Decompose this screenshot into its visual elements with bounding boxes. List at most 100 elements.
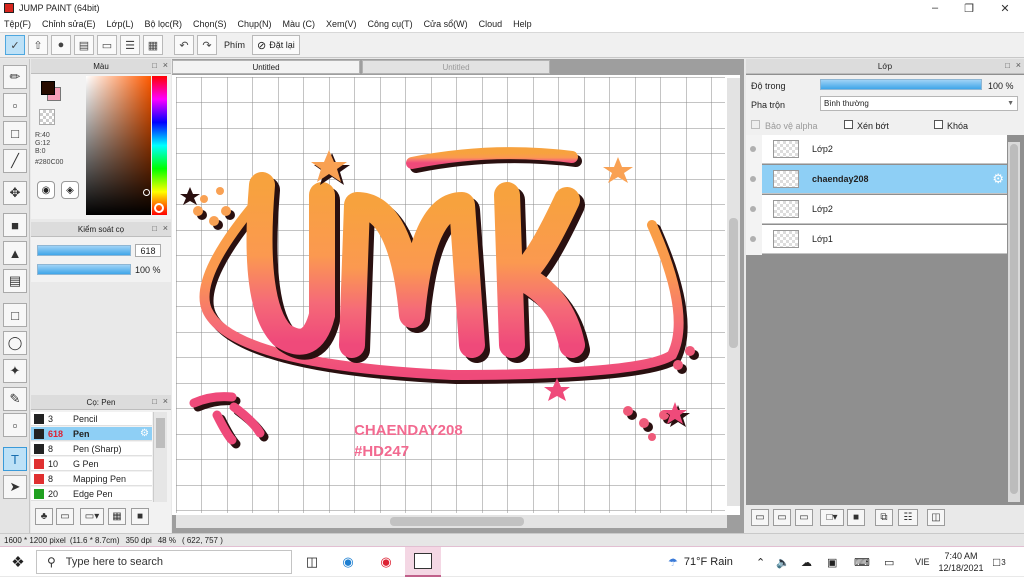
add-brush-icon[interactable]: ♣ <box>35 508 53 525</box>
document-icon[interactable]: ▭ <box>97 35 117 55</box>
duplicate-layer-icon[interactable]: ⧉ <box>875 509 893 526</box>
layer-row[interactable]: Lớp2 <box>750 195 1007 224</box>
protect-alpha-checkbox[interactable] <box>751 120 760 129</box>
minimize-button[interactable]: – <box>918 0 952 16</box>
weather-widget[interactable]: ☂ 71°F Rain <box>668 547 733 577</box>
menu-view[interactable]: Xem(V) <box>326 19 357 29</box>
pen-item-mapping-pen[interactable]: 8 Mapping Pen <box>31 472 152 486</box>
popout-icon[interactable]: □ <box>1005 61 1010 70</box>
blend-mode-select[interactable]: Bình thường ▼ <box>820 96 1018 111</box>
grid-icon[interactable]: ▦ <box>143 35 163 55</box>
select-pen-tool-icon[interactable]: ✎ <box>3 387 27 411</box>
pen-item-edge-pen[interactable]: 20 Edge Pen <box>31 487 152 501</box>
eraser-tool-icon[interactable]: ▫ <box>3 93 27 117</box>
onedrive-icon[interactable]: ☁ <box>801 547 812 577</box>
new-layer-8bit-icon[interactable]: ▭ <box>773 509 791 526</box>
message-icon[interactable]: ▤ <box>74 35 94 55</box>
menu-tools[interactable]: Công cụ(T) <box>368 19 413 29</box>
taskbar-search[interactable]: ⚲ Type here to search <box>36 550 292 574</box>
palette-icon[interactable]: ◉ <box>37 181 55 199</box>
popout-icon[interactable]: □ <box>152 397 157 406</box>
speaker-icon[interactable]: 🔈 <box>776 547 790 577</box>
pen-item-pen[interactable]: 618 Pen ⚙ <box>31 427 152 441</box>
select-eraser-tool-icon[interactable]: ▫ <box>3 413 27 437</box>
new-folder-icon[interactable]: ▭ <box>56 508 74 525</box>
brush-folder-icon[interactable]: ■ <box>131 508 149 525</box>
pen-item-g-pen[interactable]: 10 G Pen <box>31 457 152 471</box>
notification-icon[interactable]: □ 3 <box>993 547 1006 577</box>
windows-start-icon[interactable]: ❖ <box>8 552 28 572</box>
line-tool-icon[interactable]: ╱ <box>3 149 27 173</box>
menu-layer[interactable]: Lớp(L) <box>107 19 134 29</box>
select-rect-tool-icon[interactable]: □ <box>3 303 27 327</box>
brush-settings-icon[interactable]: ▦ <box>108 508 126 525</box>
redo-icon[interactable]: ↷ <box>197 35 217 55</box>
operation-tool-icon[interactable]: ➤ <box>3 475 27 499</box>
canvas-vscroll-thumb[interactable] <box>729 218 738 348</box>
tab-untitled-active[interactable]: Untitled <box>172 60 360 74</box>
clipping-checkbox[interactable] <box>844 120 853 129</box>
undo-icon[interactable]: ↶ <box>174 35 194 55</box>
brush-opacity-slider[interactable] <box>37 264 131 275</box>
keyboard-icon[interactable]: ⌨ <box>854 547 870 577</box>
menu-filter[interactable]: Bộ lọc(R) <box>144 19 182 29</box>
palette-settings-icon[interactable]: ◈ <box>61 181 79 199</box>
merge-layer-icon[interactable]: ☷ <box>898 509 918 526</box>
network-icon[interactable]: ▣ <box>827 547 837 577</box>
eye-icon[interactable] <box>750 176 756 182</box>
main-color-swatch[interactable] <box>41 81 55 95</box>
layer-opacity-slider[interactable] <box>820 79 982 90</box>
move-tool-icon[interactable]: ✥ <box>3 181 27 205</box>
eye-icon[interactable] <box>750 236 756 242</box>
transparent-swatch[interactable] <box>39 109 55 125</box>
pen-list-scrollbar[interactable] <box>153 412 167 502</box>
chevron-up-icon[interactable]: ⌃ <box>756 547 765 577</box>
gear-icon[interactable]: ⚙ <box>992 171 1004 187</box>
eye-icon[interactable] <box>750 206 756 212</box>
pen-scroll-thumb[interactable] <box>156 418 165 448</box>
close-icon[interactable]: × <box>163 223 168 233</box>
lock-checkbox[interactable] <box>934 120 943 129</box>
close-button[interactable]: ✕ <box>988 0 1022 16</box>
layer-row[interactable]: chaenday208 ⚙ <box>750 165 1007 194</box>
tab-untitled-inactive[interactable]: Untitled <box>362 60 550 74</box>
eye-icon[interactable] <box>750 146 756 152</box>
display-icon[interactable]: ▭ <box>884 547 894 577</box>
magic-wand-tool-icon[interactable]: ✦ <box>3 359 27 383</box>
popout-icon[interactable]: □ <box>152 61 157 70</box>
brush-tool-icon[interactable]: ✏ <box>3 65 27 89</box>
gradient-tool-icon[interactable]: ▤ <box>3 269 27 293</box>
menu-window[interactable]: Cửa sổ(W) <box>424 19 468 29</box>
edge-browser-icon[interactable]: ◉ <box>338 552 358 572</box>
gear-icon[interactable]: ⚙ <box>140 428 149 439</box>
brush-size-slider[interactable] <box>37 245 131 256</box>
chrome-browser-icon[interactable]: ◉ <box>376 552 396 572</box>
menu-help[interactable]: Help <box>513 19 532 29</box>
menu-file[interactable]: Tệp(F) <box>4 19 31 29</box>
menu-capture[interactable]: Chụp(N) <box>238 19 272 29</box>
text-tool-icon[interactable]: T <box>3 447 27 471</box>
hue-slider[interactable] <box>152 76 167 215</box>
saturation-value-picker[interactable] <box>86 76 151 215</box>
reset-button[interactable]: ⊘ Đặt lại <box>252 35 300 55</box>
layer-folder-icon[interactable]: ■ <box>847 509 865 526</box>
check-icon[interactable]: ✓ <box>5 35 25 55</box>
lasso-tool-icon[interactable]: ◯ <box>3 331 27 355</box>
clock[interactable]: 7:40 AM 12/18/2021 <box>938 547 984 577</box>
layer-row[interactable]: Lớp2 <box>750 135 1007 164</box>
copy-brush-icon[interactable]: ▭▾ <box>80 508 104 525</box>
layer-row[interactable]: Lớp1 <box>750 225 1007 254</box>
canvas-hscroll-thumb[interactable] <box>390 517 524 526</box>
close-icon[interactable]: × <box>1016 60 1021 70</box>
canvas-hscrollbar[interactable] <box>176 515 727 528</box>
jump-paint-task[interactable] <box>405 547 441 577</box>
menu-edit[interactable]: Chỉnh sửa(E) <box>42 19 96 29</box>
menu-select[interactable]: Chọn(S) <box>193 19 227 29</box>
fill-rect-tool-icon[interactable]: ■ <box>3 213 27 237</box>
popout-icon[interactable]: □ <box>152 224 157 233</box>
comment-icon[interactable]: ● <box>51 35 71 55</box>
menu-cloud[interactable]: Cloud <box>479 19 503 29</box>
pen-item-pen-sharp[interactable]: 8 Pen (Sharp) <box>31 442 152 456</box>
drawing-canvas[interactable]: CHAENDAY208 #HD247 <box>172 75 740 515</box>
language-indicator[interactable]: VIE <box>915 547 930 577</box>
